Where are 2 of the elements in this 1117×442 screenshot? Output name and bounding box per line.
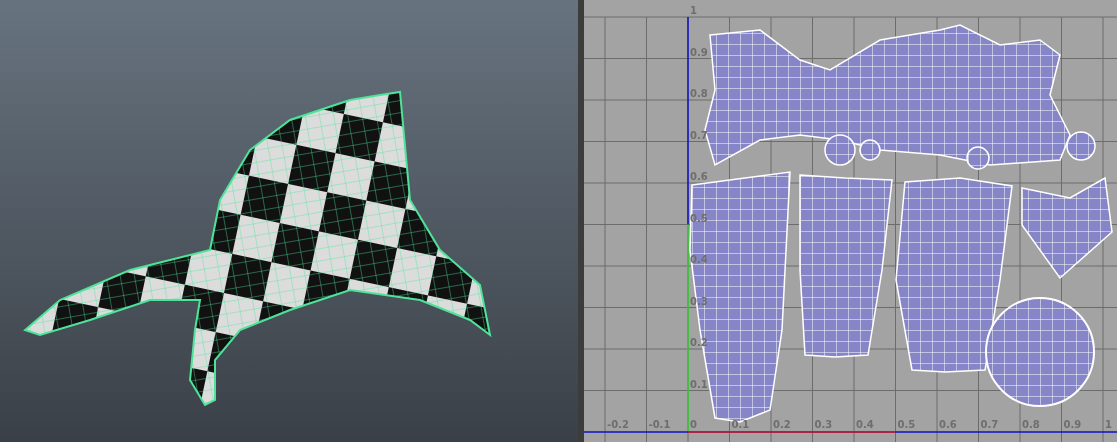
axis-label: 0.7 (690, 129, 708, 141)
axis-label: 0.1 (731, 419, 750, 430)
